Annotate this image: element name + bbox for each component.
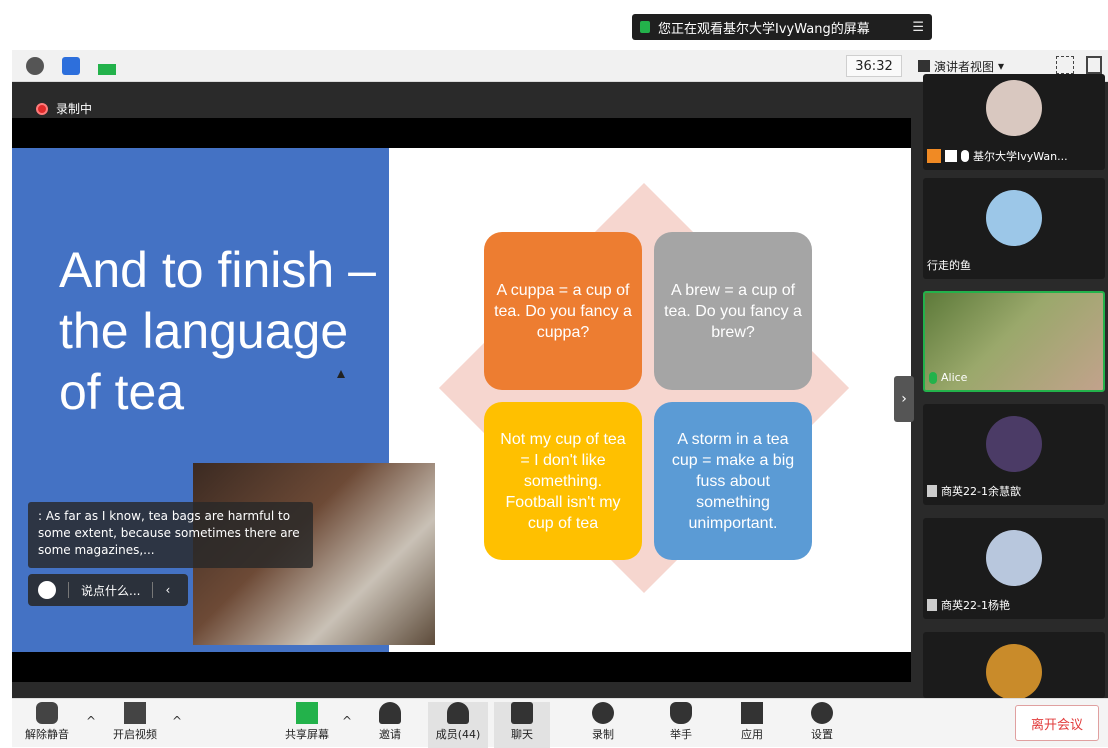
participant-tile[interactable]: 行走的鱼 [923,178,1105,279]
microphone-muted-icon [927,599,937,611]
participant-tile-partial[interactable] [923,632,1105,698]
tea-phrase-text: A storm in a tea cup = make a big fuss a… [671,430,795,532]
tea-phrase-text: A cuppa = a cup of tea. Do you fancy a c… [494,281,632,341]
settings-label: 设置 [811,728,833,741]
participant-label: 商英22-1余慧歆 [927,483,1021,499]
chevron-down-icon: ▾ [998,59,1005,73]
divider [152,582,154,598]
participant-tile[interactable]: 商英22-1余慧歆 [923,404,1105,505]
microphone-icon [961,150,969,162]
fullscreen-icon[interactable] [1056,56,1074,74]
tea-phrase-box-4: A storm in a tea cup = make a big fuss a… [654,402,812,560]
recording-indicator: 录制中 [36,100,92,117]
participant-tile-active-speaker[interactable]: Alice [923,291,1105,392]
info-icon[interactable] [26,57,44,75]
share-screen-icon [296,702,318,724]
chat-collapse-icon[interactable]: ‹ [165,583,170,597]
microphone-muted-icon [927,485,937,497]
sidebar-layout-icon[interactable] [1086,56,1102,74]
avatar [986,416,1042,472]
participant-label: 行走的鱼 [927,257,971,273]
participants-icon [447,702,469,724]
chevron-up-icon[interactable]: ^ [342,714,352,728]
chat-icon [511,702,533,724]
avatar [986,190,1042,246]
chat-label: 聊天 [511,728,533,741]
signal-icon[interactable] [98,57,116,75]
raise-hand-label: 举手 [670,728,692,741]
apps-icon [741,702,763,724]
banner-menu-icon[interactable]: ☰ [912,20,924,35]
recording-label: 录制中 [56,102,93,116]
collapse-panel-button[interactable]: › [894,376,914,422]
share-screen-button[interactable]: 共享屏幕 [280,702,334,742]
invite-icon [379,702,401,724]
chevron-up-icon[interactable]: ^ [86,714,96,728]
share-label: 共享屏幕 [285,728,329,741]
letterbox-top [12,118,911,148]
layout-icon [918,60,930,72]
participant-tile[interactable]: 基尔大学IvyWan... [923,74,1105,170]
screen-share-banner[interactable]: 您正在观看基尔大学IvyWang的屏幕 ☰ [632,14,932,40]
raise-hand-button[interactable]: 举手 [654,702,708,742]
avatar [986,530,1042,586]
members-label: 成员(44) [435,728,481,741]
tea-phrase-box-3: Not my cup of tea = I don't like somethi… [484,402,642,560]
participant-name: 基尔大学IvyWan... [973,150,1068,163]
microphone-active-icon [929,371,937,384]
host-icon [927,149,941,163]
participant-name: 商英22-1余慧歆 [941,485,1021,498]
view-mode-label: 演讲者视图 [934,59,995,74]
video-label: 开启视频 [113,728,157,741]
record-label: 录制 [592,728,614,741]
settings-button[interactable]: 设置 [795,702,849,742]
apps-button[interactable]: 应用 [725,702,779,742]
leave-meeting-button[interactable]: 离开会议 [1015,705,1099,741]
chat-button[interactable]: 聊天 [494,702,550,748]
record-dot-icon [36,102,48,115]
letterbox-bottom [12,652,911,682]
record-button[interactable]: 录制 [576,702,630,742]
start-video-button[interactable]: 开启视频 [108,702,162,742]
participant-label: Alice [929,371,967,384]
participant-label: 商英22-1杨艳 [927,597,1010,613]
chevron-up-icon[interactable]: ^ [172,714,182,728]
chat-input-placeholder[interactable]: 说点什么... [81,582,140,599]
mouse-cursor-icon [337,370,345,378]
microphone-muted-icon [36,702,58,724]
participant-label: 基尔大学IvyWan... [927,148,1068,164]
avatar [986,80,1042,136]
camera-off-icon [124,702,146,724]
participant-name: 行走的鱼 [927,259,971,272]
record-icon [592,702,614,724]
invite-label: 邀请 [379,728,401,741]
tea-phrase-text: Not my cup of tea = I don't like somethi… [500,430,626,532]
tea-phrase-text: A brew = a cup of tea. Do you fancy a br… [664,281,802,341]
chat-input-bar[interactable]: 说点什么... ‹ [28,574,188,606]
shield-icon[interactable] [62,57,80,75]
hand-icon [670,702,692,724]
apps-label: 应用 [741,728,763,741]
banner-text: 您正在观看基尔大学IvyWang的屏幕 [658,21,870,37]
gear-icon [811,702,833,724]
divider [68,582,69,598]
emoji-icon[interactable] [38,581,56,599]
meeting-timer: 36:32 [846,55,902,77]
tea-phrase-box-1: A cuppa = a cup of tea. Do you fancy a c… [484,232,642,390]
share-status-icon [640,21,650,33]
slide-title: And to finish – the language of tea [59,242,376,420]
screen-share-icon [945,150,957,162]
participant-tile[interactable]: 商英22-1杨艳 [923,518,1105,619]
participant-name: 商英22-1杨艳 [941,599,1010,612]
avatar [986,644,1042,698]
tea-phrase-box-2: A brew = a cup of tea. Do you fancy a br… [654,232,812,390]
unmute-label: 解除静音 [25,728,69,741]
unmute-button[interactable]: 解除静音 [20,702,74,742]
members-button[interactable]: 成员(44) [428,702,488,748]
invite-button[interactable]: 邀请 [363,702,417,742]
chat-message-bubble[interactable]: : As far as I know, tea bags are harmful… [28,502,313,568]
participant-name: Alice [941,371,968,384]
